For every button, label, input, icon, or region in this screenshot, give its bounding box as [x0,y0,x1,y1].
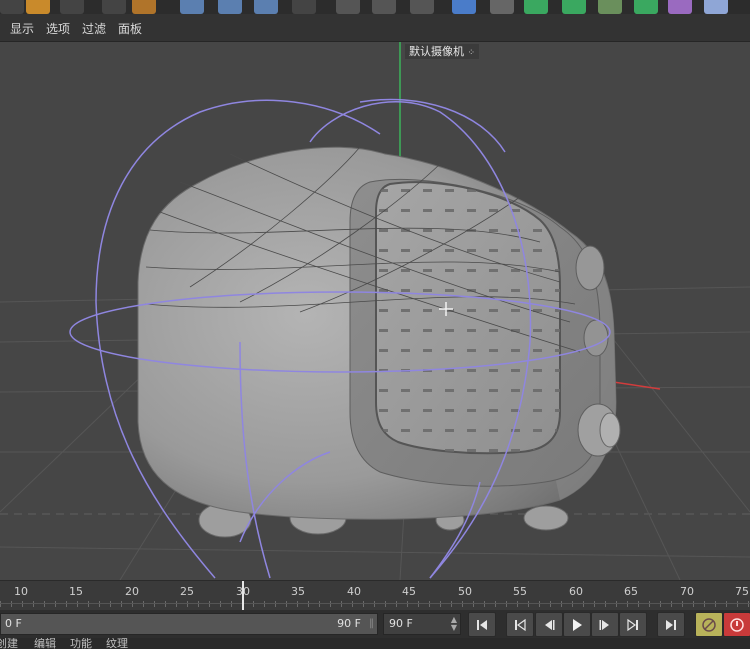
render-view-button[interactable] [336,0,360,14]
tick-marks [0,601,750,607]
add-generator-button[interactable] [524,0,548,14]
menu-filter[interactable]: 过滤 [82,20,106,37]
bottom-menu-bar: 创建 编辑 功能 纹理 [0,638,750,649]
tick-label: 10 [14,585,28,598]
main-toolbar [0,0,750,14]
cube-tool-button[interactable] [26,0,50,14]
go-end-icon [666,619,676,630]
render-picture-button[interactable] [372,0,396,14]
range-start-value: 0 F [5,617,22,630]
tick-label: 15 [69,585,83,598]
x-axis-button[interactable] [180,0,204,14]
next-frame-icon [599,619,609,630]
playhead[interactable] [242,581,244,611]
prev-key-icon [515,618,526,631]
go-end-button[interactable] [657,612,685,637]
tick-label: 25 [180,585,194,598]
camera-dots-icon: ⁘ [467,48,476,58]
coordinate-button[interactable] [292,0,316,14]
next-key-icon [627,618,638,631]
go-start-button[interactable] [468,612,496,637]
render-settings-gear-button[interactable] [410,0,434,14]
add-deformer-button[interactable] [562,0,586,14]
menu-edit[interactable]: 编辑 [34,638,56,649]
tool-button[interactable] [0,0,24,14]
next-frame-button[interactable] [591,612,619,637]
menu-texture[interactable]: 纹理 [106,638,128,649]
tick-label: 35 [291,585,305,598]
add-cube-button[interactable] [452,0,476,14]
tick-label: 20 [125,585,139,598]
prev-frame-icon [545,619,555,630]
record-icon [702,617,716,632]
preview-range-slider[interactable]: 0 F 90 F ‖ [0,613,378,635]
menu-display[interactable]: 显示 [10,20,34,37]
go-start-icon [477,619,487,630]
tick-label: 45 [402,585,416,598]
tick-label: 40 [347,585,361,598]
next-key-button[interactable] [619,612,647,637]
add-scene-button[interactable] [598,0,622,14]
tick-label: 55 [513,585,527,598]
transport-bar: 0 F 90 F ‖ 90 F ▲ ▼ [0,610,750,638]
autokey-icon [730,617,744,632]
render-region-button[interactable] [102,0,126,14]
3d-viewport[interactable]: 默认摄像机 ⁘ [0,42,750,580]
render-settings-button[interactable] [132,0,156,14]
record-button[interactable] [695,612,723,637]
prev-key-button[interactable] [506,612,534,637]
end-frame-value: 90 F [389,617,413,630]
range-grip-icon[interactable]: ‖ [369,618,374,629]
camera-label-text: 默认摄像机 [409,45,464,58]
add-camera-button[interactable] [704,0,728,14]
tick-label: 70 [680,585,694,598]
ruler-baseline [0,603,750,604]
add-mograph-button[interactable] [634,0,658,14]
menu-create[interactable]: 创建 [0,638,18,649]
tick-label: 60 [569,585,583,598]
tick-label: 75 [735,585,749,598]
stepper-icon[interactable]: ▲ ▼ [451,616,457,632]
z-axis-button[interactable] [254,0,278,14]
add-light-button[interactable] [668,0,692,14]
viewport-scene [0,42,750,580]
play-icon [573,618,582,631]
rotate-tool-button[interactable] [60,0,84,14]
menu-panel[interactable]: 面板 [118,20,142,37]
play-button[interactable] [563,612,591,637]
range-end-value: 90 F [337,617,361,630]
end-frame-field[interactable]: 90 F ▲ ▼ [383,613,461,635]
menu-options[interactable]: 选项 [46,20,70,37]
prev-frame-button[interactable] [535,612,563,637]
camera-label[interactable]: 默认摄像机 ⁘ [405,44,480,59]
tick-label: 50 [458,585,472,598]
y-axis-button[interactable] [218,0,242,14]
timeline-ruler[interactable]: 10 15 20 25 30 35 40 45 50 55 60 65 70 7… [0,580,750,611]
autokey-button[interactable] [723,612,750,637]
tick-label: 65 [624,585,638,598]
add-spline-button[interactable] [490,0,514,14]
viewport-menu-bar: 显示 选项 过滤 面板 [0,14,750,42]
menu-function[interactable]: 功能 [70,638,92,649]
